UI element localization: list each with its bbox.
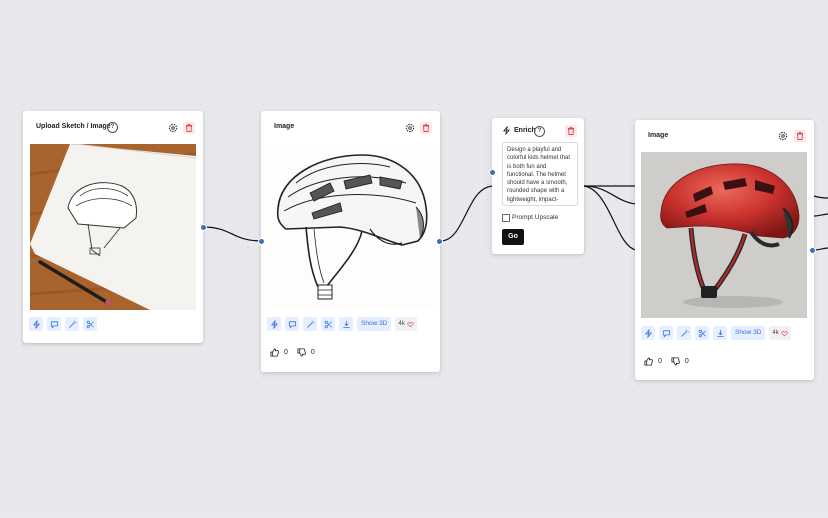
likes-count: 4k (398, 321, 405, 327)
show-3d-button[interactable]: Show 3D (357, 317, 392, 331)
scissors-button[interactable] (83, 317, 97, 331)
show-3d-button[interactable]: Show 3D (731, 326, 766, 340)
upvote-count: 0 (284, 349, 288, 356)
magic-wand-icon (68, 320, 77, 328)
prompt-textarea[interactable]: Design a playful and colorful kids helme… (502, 142, 578, 206)
input-port[interactable] (489, 169, 496, 176)
download-button[interactable] (339, 317, 353, 331)
thumbs-down-icon[interactable] (671, 357, 680, 366)
comment-button[interactable] (47, 317, 61, 331)
bolt-icon (270, 319, 278, 329)
downvote-count: 0 (310, 349, 315, 356)
comment-icon (662, 329, 670, 338)
wire-out-c (813, 247, 828, 251)
node-title: Upload Sketch / Image (36, 123, 111, 130)
thumbs-up-icon[interactable] (644, 357, 653, 366)
helmet-line-drawing (266, 145, 434, 309)
bolt-button[interactable] (641, 326, 655, 340)
bolt-icon (502, 126, 511, 135)
node-toolbar: Show 3D 4k (641, 326, 791, 342)
go-button[interactable]: Go (502, 229, 524, 245)
vote-bar: 0 0 (644, 357, 689, 366)
wire-enrich-to-image2-b (583, 185, 637, 251)
wire-image-to-enrich (439, 185, 495, 242)
comment-button[interactable] (659, 326, 673, 340)
output-port[interactable] (200, 224, 207, 231)
comment-icon (288, 320, 296, 329)
node-title: Enrich (514, 127, 536, 134)
wire-upload-to-image (202, 226, 263, 242)
sketch-photo (30, 144, 196, 310)
help-icon[interactable]: ? (107, 122, 118, 133)
trash-icon[interactable] (794, 130, 806, 142)
scissors-icon (86, 320, 94, 328)
bolt-icon (32, 319, 40, 329)
gear-icon[interactable] (777, 130, 789, 142)
node-toolbar (29, 317, 97, 333)
magic-wand-icon (306, 320, 315, 328)
trash-icon[interactable] (565, 125, 577, 137)
image-node-2[interactable]: Image Show 3D 4k 0 0 (635, 120, 816, 380)
magic-wand-button[interactable] (65, 317, 79, 331)
scissors-button[interactable] (695, 326, 709, 340)
trash-icon[interactable] (420, 122, 432, 134)
heart-icon (781, 330, 788, 336)
node-title: Image (274, 123, 295, 130)
thumbs-up-icon[interactable] (270, 348, 279, 357)
node-toolbar: Show 3D 4k (267, 317, 417, 333)
prompt-upscale-checkbox[interactable] (502, 214, 510, 222)
heart-icon (407, 321, 414, 327)
image-node-1[interactable]: Image Show 3D 4k 0 0 (258, 111, 443, 372)
wire-out-a (813, 195, 828, 199)
wire-out-b (813, 213, 828, 217)
magic-wand-icon (680, 329, 689, 337)
scissors-icon (698, 329, 706, 337)
download-icon (342, 320, 350, 328)
vote-bar: 0 0 (270, 348, 315, 357)
bolt-icon (644, 328, 652, 338)
node-title: Image (648, 132, 669, 139)
trash-icon[interactable] (183, 122, 195, 134)
magic-wand-button[interactable] (303, 317, 317, 331)
wire-enrich-to-image2-c (583, 185, 637, 205)
output-port[interactable] (809, 247, 816, 254)
output-port[interactable] (436, 238, 443, 245)
likes-badge[interactable]: 4k (395, 317, 417, 331)
upvote-count: 0 (658, 358, 662, 365)
download-button[interactable] (713, 326, 727, 340)
scissors-button[interactable] (321, 317, 335, 331)
likes-badge[interactable]: 4k (769, 326, 791, 340)
bolt-button[interactable] (29, 317, 43, 331)
upload-node[interactable]: Upload Sketch / Image ? (23, 111, 207, 343)
comment-icon (50, 320, 58, 329)
gear-icon[interactable] (167, 122, 179, 134)
thumbs-down-icon[interactable] (297, 348, 306, 357)
likes-count: 4k (772, 330, 779, 336)
scissors-icon (324, 320, 332, 328)
download-icon (716, 329, 724, 337)
input-port[interactable] (258, 238, 265, 245)
bolt-button[interactable] (267, 317, 281, 331)
downvote-count: 0 (684, 358, 689, 365)
help-icon[interactable]: ? (534, 126, 545, 137)
gear-icon[interactable] (404, 122, 416, 134)
red-helmet-render (641, 152, 807, 318)
comment-button[interactable] (285, 317, 299, 331)
enrich-node[interactable]: Enrich ? Design a playful and colorful k… (489, 118, 584, 254)
prompt-upscale-label: Prompt Upscale (512, 214, 559, 221)
magic-wand-button[interactable] (677, 326, 691, 340)
